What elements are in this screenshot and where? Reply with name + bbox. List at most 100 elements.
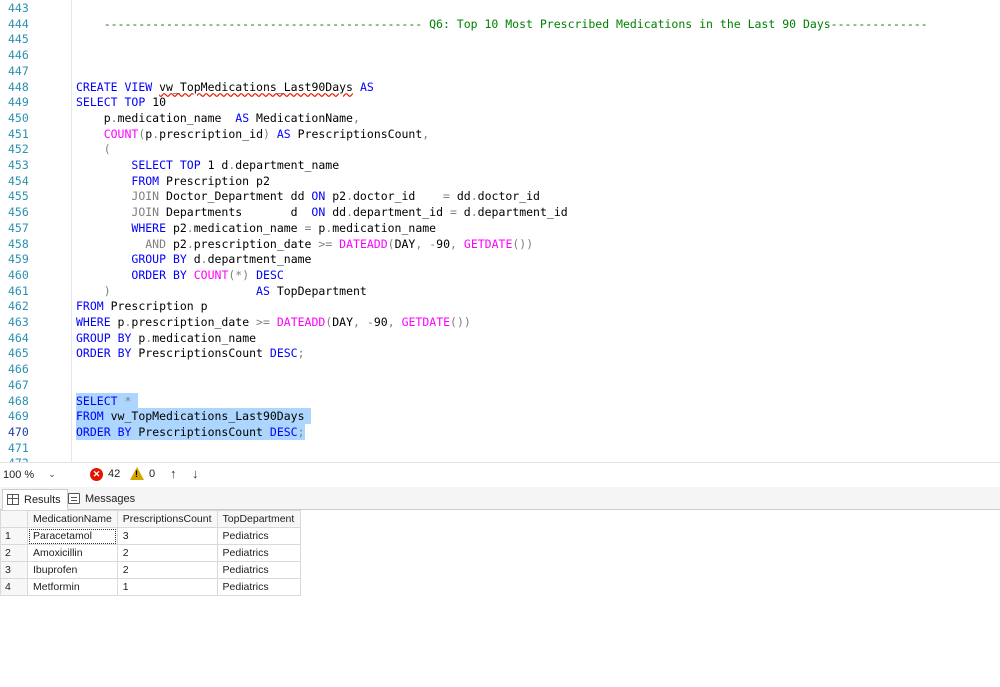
code-token: GETDATE <box>463 236 513 251</box>
code-text[interactable]: AND p2.prescription_date >= DATEADD(DAY,… <box>76 236 533 252</box>
row-number[interactable]: 2 <box>0 544 28 562</box>
code-token: FROM <box>76 299 104 314</box>
code-line[interactable]: 472 <box>0 455 1000 462</box>
code-token: BY <box>172 252 187 267</box>
code-line[interactable]: 469 FROM vw_TopMedications_Last90Days <box>0 408 1000 425</box>
code-text[interactable]: SELECT TOP 1 d.department_name <box>76 157 339 173</box>
code-line[interactable]: 458 AND p2.prescription_date >= DATEADD(… <box>0 236 1000 252</box>
table-cell[interactable]: Pediatrics <box>216 578 301 596</box>
table-cell[interactable]: Amoxicillin <box>27 544 118 562</box>
row-number[interactable]: 1 <box>0 527 28 545</box>
selected-code-text[interactable]: ORDER BY PrescriptionsCount DESC; <box>76 423 305 440</box>
code-text[interactable]: ) AS TopDepartment <box>76 283 367 299</box>
row-number[interactable]: 4 <box>0 578 28 596</box>
code-line[interactable]: 465 ORDER BY PrescriptionsCount DESC; <box>0 345 1000 361</box>
code-line[interactable]: 452 ( <box>0 141 1000 157</box>
warning-count[interactable]: 0 <box>149 468 155 480</box>
table-row[interactable]: 1 Paracetamol 3 Pediatrics <box>0 527 301 545</box>
code-line[interactable]: 456 JOIN Departments d ON dd.department_… <box>0 204 1000 220</box>
code-line[interactable]: 455 JOIN Doctor_Department dd ON p2.doct… <box>0 188 1000 204</box>
code-text[interactable]: ----------------------------------------… <box>76 16 928 32</box>
table-row[interactable]: 3 Ibuprofen 2 Pediatrics <box>0 561 301 579</box>
code-line[interactable]: 451 COUNT(p.prescription_id) AS Prescrip… <box>0 126 1000 142</box>
code-line[interactable]: 461 ) AS TopDepartment <box>0 283 1000 299</box>
code-token: medication_name <box>117 110 236 125</box>
code-text[interactable]: SELECT TOP 10 <box>76 94 166 110</box>
row-number[interactable]: 3 <box>0 561 28 579</box>
code-line[interactable]: 467 <box>0 377 1000 393</box>
error-count[interactable]: 42 <box>108 468 120 480</box>
code-text[interactable]: GROUP BY d.department_name <box>76 251 311 267</box>
code-text[interactable]: FROM Prescription p2 <box>76 173 269 189</box>
table-cell[interactable]: Ibuprofen <box>27 561 118 579</box>
column-header[interactable]: PrescriptionsCount <box>116 510 218 528</box>
selected-code-text[interactable]: FROM vw_TopMedications_Last90Days <box>76 408 312 425</box>
code-line[interactable]: 468 SELECT * <box>0 392 1000 409</box>
zoom-dropdown[interactable]: 100 % ⌄ <box>3 467 61 482</box>
selected-code-text[interactable]: SELECT * <box>76 392 139 409</box>
table-cell[interactable]: Pediatrics <box>216 527 301 545</box>
table-cell[interactable]: 3 <box>116 527 218 545</box>
code-text[interactable]: GROUP BY p.medication_name <box>76 330 256 346</box>
row-number-header[interactable] <box>0 510 28 528</box>
code-token: PrescriptionsCount <box>290 126 423 141</box>
code-line[interactable]: 446 <box>0 47 1000 63</box>
code-line[interactable]: 463 WHERE p.prescription_date >= DATEADD(… <box>0 314 1000 330</box>
table-cell[interactable]: 1 <box>116 578 218 596</box>
code-text[interactable]: ORDER BY COUNT(*) DESC <box>76 267 284 283</box>
warning-icon[interactable]: ! <box>130 467 144 480</box>
tab-results[interactable]: Results <box>2 489 68 510</box>
code-line[interactable]: 445 <box>0 31 1000 47</box>
table-cell[interactable]: Pediatrics <box>216 544 301 562</box>
code-line[interactable]: 464 GROUP BY p.medication_name <box>0 330 1000 346</box>
code-text[interactable]: CREATE VIEW vw_TopMedications_Last90Days… <box>76 79 374 95</box>
arrow-up-icon[interactable]: ↑ <box>170 466 177 481</box>
code-token: DESC <box>256 267 284 282</box>
code-text[interactable]: JOIN Doctor_Department dd ON p2.doctor_i… <box>76 188 540 204</box>
line-number: 450 <box>8 110 29 125</box>
code-line[interactable]: 448 CREATE VIEW vw_TopMedications_Last90D… <box>0 79 1000 95</box>
table-cell[interactable]: 2 <box>116 544 218 562</box>
code-line[interactable]: 454 FROM Prescription p2 <box>0 173 1000 189</box>
code-text[interactable]: JOIN Departments d ON dd.department_id =… <box>76 204 567 220</box>
table-cell[interactable]: Paracetamol <box>27 527 118 545</box>
column-header[interactable]: TopDepartment <box>216 510 301 528</box>
code-text[interactable]: ( <box>76 141 111 157</box>
query-editor[interactable]: 443 444 ---------------------------------… <box>0 0 1000 462</box>
code-line[interactable]: 459 GROUP BY d.department_name <box>0 251 1000 267</box>
code-text[interactable]: COUNT(p.prescription_id) AS Prescription… <box>76 126 430 142</box>
code-line[interactable]: 470 ORDER BY PrescriptionsCount DESC; <box>0 423 1000 440</box>
line-number: 445 <box>8 32 29 47</box>
code-line[interactable]: 462 FROM Prescription p <box>0 298 1000 314</box>
results-grid[interactable]: MedicationName PrescriptionsCount TopDep… <box>0 510 301 596</box>
error-icon[interactable]: ✕ <box>90 468 103 481</box>
tab-messages-label: Messages <box>85 492 136 505</box>
code-line[interactable]: 457 WHERE p2.medication_name = p.medicat… <box>0 220 1000 236</box>
code-line[interactable]: 443 <box>0 0 1000 16</box>
code-token: . <box>470 189 478 204</box>
table-row[interactable]: 4 Metformin 1 Pediatrics <box>0 578 301 596</box>
code-line[interactable]: 460 ORDER BY COUNT(*) DESC <box>0 267 1000 283</box>
table-cell[interactable]: Pediatrics <box>216 561 301 579</box>
line-number: 472 <box>8 455 38 462</box>
code-text[interactable]: WHERE p2.medication_name = p.medication_… <box>76 220 436 236</box>
table-cell[interactable]: 2 <box>116 561 218 579</box>
code-line[interactable]: 471 <box>0 440 1000 456</box>
code-line[interactable]: 453 SELECT TOP 1 d.department_name <box>0 157 1000 173</box>
code-line[interactable]: 450 p.medication_name AS MedicationName, <box>0 110 1000 126</box>
table-cell[interactable]: Metformin <box>27 578 118 596</box>
code-line[interactable]: 447 <box>0 63 1000 79</box>
line-number: 447 <box>8 63 29 78</box>
code-text[interactable]: p.medication_name AS MedicationName, <box>76 110 360 126</box>
code-line[interactable]: 444 ------------------------------------… <box>0 16 1000 32</box>
tab-messages[interactable]: Messages <box>64 489 141 508</box>
arrow-down-icon[interactable]: ↓ <box>192 466 199 481</box>
code-text[interactable]: WHERE p.prescription_date >= DATEADD(DAY… <box>76 314 471 330</box>
code-line[interactable]: 466 <box>0 361 1000 377</box>
table-row[interactable]: 2 Amoxicillin 2 Pediatrics <box>0 544 301 562</box>
code-line[interactable]: 449 SELECT TOP 10 <box>0 94 1000 110</box>
code-text[interactable]: FROM Prescription p <box>76 298 208 314</box>
code-text[interactable]: ORDER BY PrescriptionsCount DESC; <box>76 345 305 361</box>
line-number: 465 <box>8 346 29 361</box>
column-header[interactable]: MedicationName <box>27 510 118 528</box>
